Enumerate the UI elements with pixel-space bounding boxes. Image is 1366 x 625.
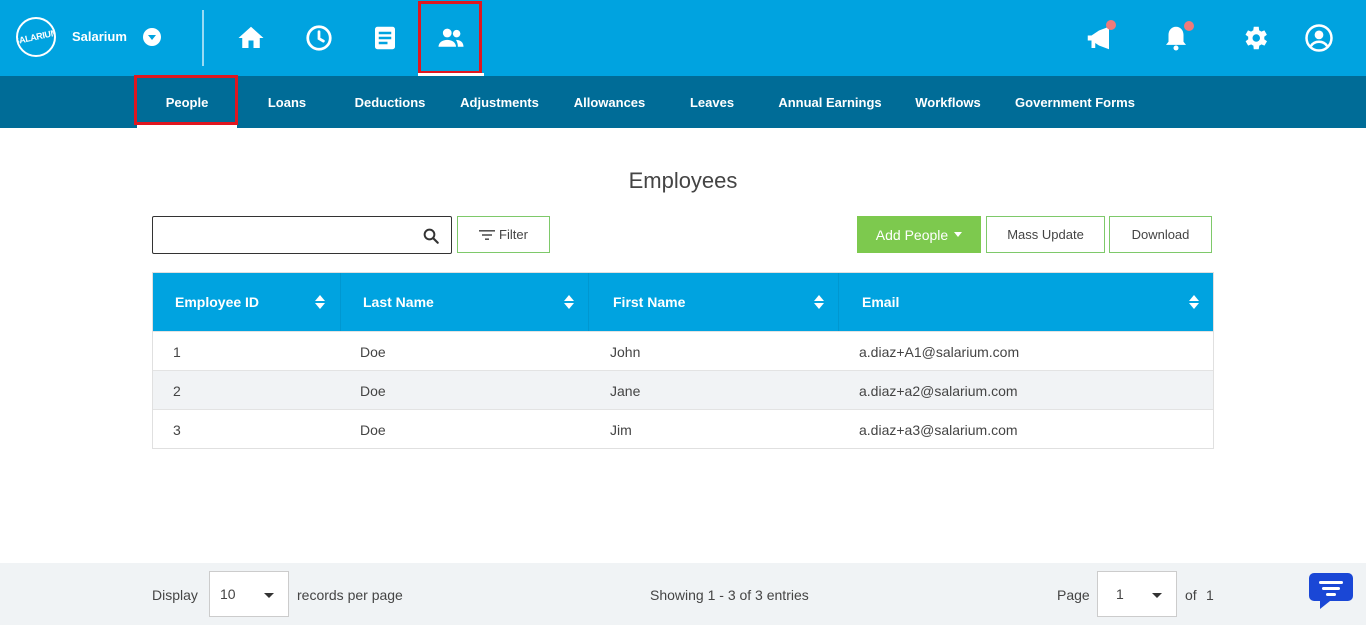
per-page-select[interactable]: 10 — [209, 571, 289, 617]
gear-icon[interactable] — [1235, 18, 1275, 58]
download-button[interactable]: Download — [1109, 216, 1212, 253]
column-separator — [838, 273, 839, 331]
sort-icon[interactable] — [315, 295, 325, 309]
add-people-button[interactable]: Add People — [857, 216, 981, 253]
subnav-item-adjustments[interactable]: Adjustments — [452, 76, 547, 128]
salarium-logo[interactable]: SALARIUM — [16, 17, 56, 57]
mass-update-button[interactable]: Mass Update — [986, 216, 1105, 253]
page-title: Employees — [628, 168, 738, 193]
cell-last-name: Doe — [360, 382, 386, 399]
column-separator — [340, 273, 341, 331]
cell-employee-id: 3 — [173, 421, 181, 438]
column-header-last-name[interactable]: Last Name — [363, 273, 434, 331]
notification-dot — [1106, 20, 1116, 30]
column-header-employee-id[interactable]: Employee ID — [175, 273, 259, 331]
filter-icon — [479, 229, 496, 240]
showing-entries-text: Showing 1 - 3 of 3 entries — [650, 587, 809, 603]
display-label: Display — [152, 587, 198, 603]
filter-label: Filter — [499, 227, 528, 242]
subnav-item-leaves[interactable]: Leaves — [677, 76, 747, 128]
subnav-item-loans[interactable]: Loans — [252, 76, 322, 128]
subnav-item-allowances[interactable]: Allowances — [562, 76, 657, 128]
search-icon[interactable] — [422, 227, 440, 245]
table-row[interactable]: 1 Doe John a.diaz+A1@salarium.com — [153, 331, 1213, 370]
subnav-item-deductions[interactable]: Deductions — [345, 76, 435, 128]
of-label: of — [1185, 587, 1197, 603]
filter-button[interactable]: Filter — [457, 216, 550, 253]
cell-last-name: Doe — [360, 343, 386, 360]
pagination-footer: Display 10 records per page Showing 1 - … — [0, 563, 1366, 625]
table-row[interactable]: 2 Doe Jane a.diaz+a2@salarium.com — [153, 370, 1213, 409]
records-per-page-label: records per page — [297, 587, 403, 603]
per-page-value: 10 — [220, 586, 236, 602]
clock-icon[interactable] — [299, 18, 339, 58]
sort-icon[interactable] — [814, 295, 824, 309]
top-bar-divider — [202, 10, 204, 66]
cell-email: a.diaz+a3@salarium.com — [859, 421, 1018, 438]
top-bar: SALARIUM Salarium — [0, 0, 1366, 76]
table-row[interactable]: 3 Doe Jim a.diaz+a3@salarium.com — [153, 409, 1213, 448]
cell-employee-id: 2 — [173, 382, 181, 399]
caret-down-icon — [954, 232, 963, 237]
cell-first-name: John — [610, 343, 641, 360]
document-icon[interactable] — [365, 18, 405, 58]
notification-dot — [1184, 21, 1194, 31]
page-select[interactable]: 1 — [1097, 571, 1177, 617]
caret-down-icon — [264, 593, 274, 598]
subnav-item-government-forms[interactable]: Government Forms — [1005, 76, 1145, 128]
company-name[interactable]: Salarium — [72, 29, 127, 44]
home-icon[interactable] — [231, 18, 271, 58]
cell-email: a.diaz+A1@salarium.com — [859, 343, 1020, 360]
cell-first-name: Jim — [610, 421, 632, 438]
subnav-item-annual-earnings[interactable]: Annual Earnings — [770, 76, 890, 128]
logo-text: SALARIUM — [16, 27, 56, 47]
subnav-item-workflows[interactable]: Workflows — [905, 76, 991, 128]
cell-email: a.diaz+a2@salarium.com — [859, 382, 1018, 399]
people-subnav-highlight — [134, 75, 238, 125]
chevron-down-icon[interactable] — [143, 28, 161, 46]
column-separator — [588, 273, 589, 331]
sort-icon[interactable] — [1189, 295, 1199, 309]
cell-first-name: Jane — [610, 382, 641, 399]
search-input[interactable] — [152, 216, 452, 254]
people-nav-highlight — [418, 1, 482, 74]
active-subnav-underline — [137, 125, 237, 128]
caret-down-icon — [1152, 593, 1162, 598]
column-header-email[interactable]: Email — [862, 273, 899, 331]
add-people-label: Add People — [875, 226, 949, 243]
sort-icon[interactable] — [564, 295, 574, 309]
page-value: 1 — [1116, 586, 1124, 602]
total-pages: 1 — [1206, 587, 1214, 603]
column-header-first-name[interactable]: First Name — [613, 273, 685, 331]
user-icon[interactable] — [1299, 18, 1339, 58]
employees-table: Employee ID Last Name First Name Email 1… — [152, 272, 1214, 449]
page-label: Page — [1057, 587, 1090, 603]
cell-last-name: Doe — [360, 421, 386, 438]
cell-employee-id: 1 — [173, 343, 181, 360]
chat-icon[interactable] — [1308, 571, 1354, 611]
table-header: Employee ID Last Name First Name Email — [153, 273, 1213, 331]
